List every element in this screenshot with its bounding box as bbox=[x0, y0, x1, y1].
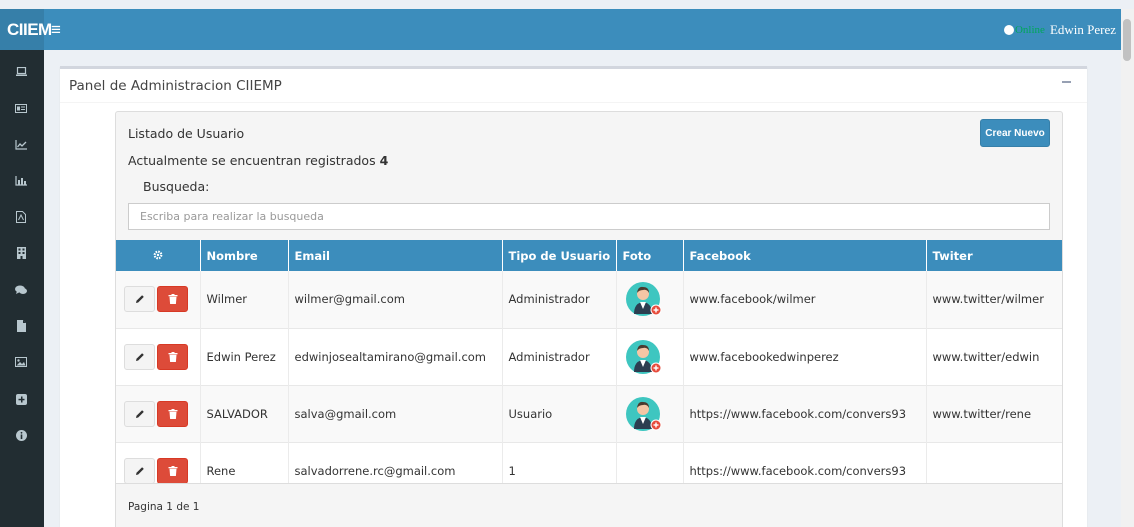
cell-nombre: Wilmer bbox=[200, 271, 289, 328]
laptop-icon[interactable] bbox=[10, 60, 32, 82]
collapse-icon[interactable] bbox=[1062, 81, 1071, 83]
pdf-file-icon[interactable] bbox=[10, 206, 32, 228]
cell-foto bbox=[616, 385, 684, 442]
users-table: Nombre Email Tipo de Usuario Foto Facebo… bbox=[116, 240, 1062, 500]
delete-button[interactable] bbox=[157, 457, 188, 484]
building-icon[interactable] bbox=[10, 242, 32, 264]
actions-header bbox=[116, 240, 201, 271]
cell-twitter: www.twitter/rene bbox=[932, 406, 1032, 421]
cell-email: wilmer@gmail.com bbox=[288, 271, 503, 328]
scrollbar-thumb[interactable] bbox=[1123, 19, 1131, 61]
online-status-label: Online bbox=[1014, 23, 1045, 36]
cell-facebook: https://www.facebook.com/convers93 bbox=[683, 385, 927, 442]
gear-icon bbox=[153, 250, 163, 259]
cell-nombre: Edwin Perez bbox=[200, 328, 289, 385]
content-wrapper: Panel de Administracion CIIEMP Listado d… bbox=[44, 50, 1121, 527]
page-scrollbar[interactable] bbox=[1121, 9, 1134, 527]
user-menu[interactable]: Online Edwin Perez bbox=[1003, 22, 1116, 38]
edit-button[interactable] bbox=[124, 286, 155, 313]
id-card-icon[interactable] bbox=[10, 97, 32, 119]
online-status-icon bbox=[1003, 24, 1014, 35]
table-row: SALVADOR salva@gmail.com Usuario https://ww… bbox=[116, 385, 1062, 442]
cell-email: edwinjosealtamirano@gmail.com bbox=[288, 328, 503, 385]
user-avatar-icon[interactable] bbox=[625, 394, 665, 434]
cell-facebook: www.facebookedwinperez bbox=[683, 328, 927, 385]
pagination-info: Pagina 1 de 1 bbox=[128, 501, 200, 513]
count-prefix: Actualmente se encuentran registrados bbox=[128, 153, 376, 168]
image-icon[interactable] bbox=[10, 351, 32, 373]
column-header-email: Email bbox=[288, 240, 503, 271]
cell-foto bbox=[616, 328, 684, 385]
admin-box: Panel de Administracion CIIEMP Listado d… bbox=[60, 66, 1087, 527]
edit-button[interactable] bbox=[124, 343, 155, 370]
brand-logo[interactable]: CIIEM bbox=[0, 9, 52, 50]
pagination-footer: Pagina 1 de 1 bbox=[116, 483, 1062, 527]
menu-toggle-icon[interactable]: ≡ bbox=[51, 20, 61, 40]
line-chart-icon[interactable] bbox=[10, 134, 32, 156]
sidebar bbox=[0, 50, 44, 527]
table-header: Nombre Email Tipo de Usuario Foto Facebo… bbox=[116, 240, 1062, 271]
cell-tipo: Administrador bbox=[502, 328, 617, 385]
file-icon[interactable] bbox=[10, 315, 32, 337]
column-header-twiter: Twiter bbox=[932, 248, 973, 263]
row-actions bbox=[116, 328, 201, 385]
count-value: 4 bbox=[379, 153, 389, 168]
column-header-tipo: Tipo de Usuario bbox=[502, 240, 617, 271]
search-label: Busqueda: bbox=[143, 179, 210, 194]
delete-button[interactable] bbox=[157, 286, 188, 313]
cell-twitter: www.twitter/wilmer bbox=[932, 292, 1044, 307]
search-input[interactable] bbox=[128, 203, 1050, 230]
top-navbar: CIIEM ≡ Online Edwin Perez bbox=[0, 9, 1121, 50]
comments-icon[interactable] bbox=[10, 279, 32, 301]
bar-chart-icon[interactable] bbox=[10, 170, 32, 192]
table-row: Wilmer wilmer@gmail.com Administrador www.f… bbox=[116, 271, 1062, 328]
column-header-foto: Foto bbox=[616, 240, 684, 271]
column-header-facebook: Facebook bbox=[683, 240, 927, 271]
user-avatar-icon[interactable] bbox=[625, 279, 665, 319]
row-actions bbox=[116, 385, 201, 442]
create-new-button[interactable]: Crear Nuevo bbox=[980, 119, 1050, 147]
edit-button[interactable] bbox=[124, 457, 155, 484]
user-list-panel: Listado de Usuario Crear Nuevo Actualmen… bbox=[115, 111, 1063, 527]
cell-foto bbox=[616, 271, 684, 328]
user-name[interactable]: Edwin Perez bbox=[1050, 22, 1116, 38]
edit-button[interactable] bbox=[124, 400, 155, 427]
cell-nombre: SALVADOR bbox=[200, 385, 289, 442]
registered-count: Actualmente se encuentran registrados 4 bbox=[128, 153, 388, 168]
cell-tipo: Usuario bbox=[502, 385, 617, 442]
cell-tipo: Administrador bbox=[502, 271, 617, 328]
list-title: Listado de Usuario bbox=[128, 126, 245, 141]
delete-button[interactable] bbox=[157, 343, 188, 370]
plus-square-icon[interactable] bbox=[10, 388, 32, 410]
column-header-nombre: Nombre bbox=[200, 240, 289, 271]
cell-facebook: www.facebook/wilmer bbox=[683, 271, 927, 328]
cell-email: salva@gmail.com bbox=[288, 385, 503, 442]
page-title: Panel de Administracion CIIEMP bbox=[69, 78, 282, 94]
row-actions bbox=[116, 271, 201, 328]
box-divider bbox=[60, 102, 1087, 103]
user-avatar-icon[interactable] bbox=[625, 337, 665, 377]
table-row: Edwin Perez edwinjosealtamirano@gmail.com… bbox=[116, 328, 1062, 385]
info-circle-icon[interactable] bbox=[10, 424, 32, 446]
delete-button[interactable] bbox=[157, 400, 188, 427]
cell-twitter: www.twitter/edwin bbox=[932, 349, 1040, 364]
